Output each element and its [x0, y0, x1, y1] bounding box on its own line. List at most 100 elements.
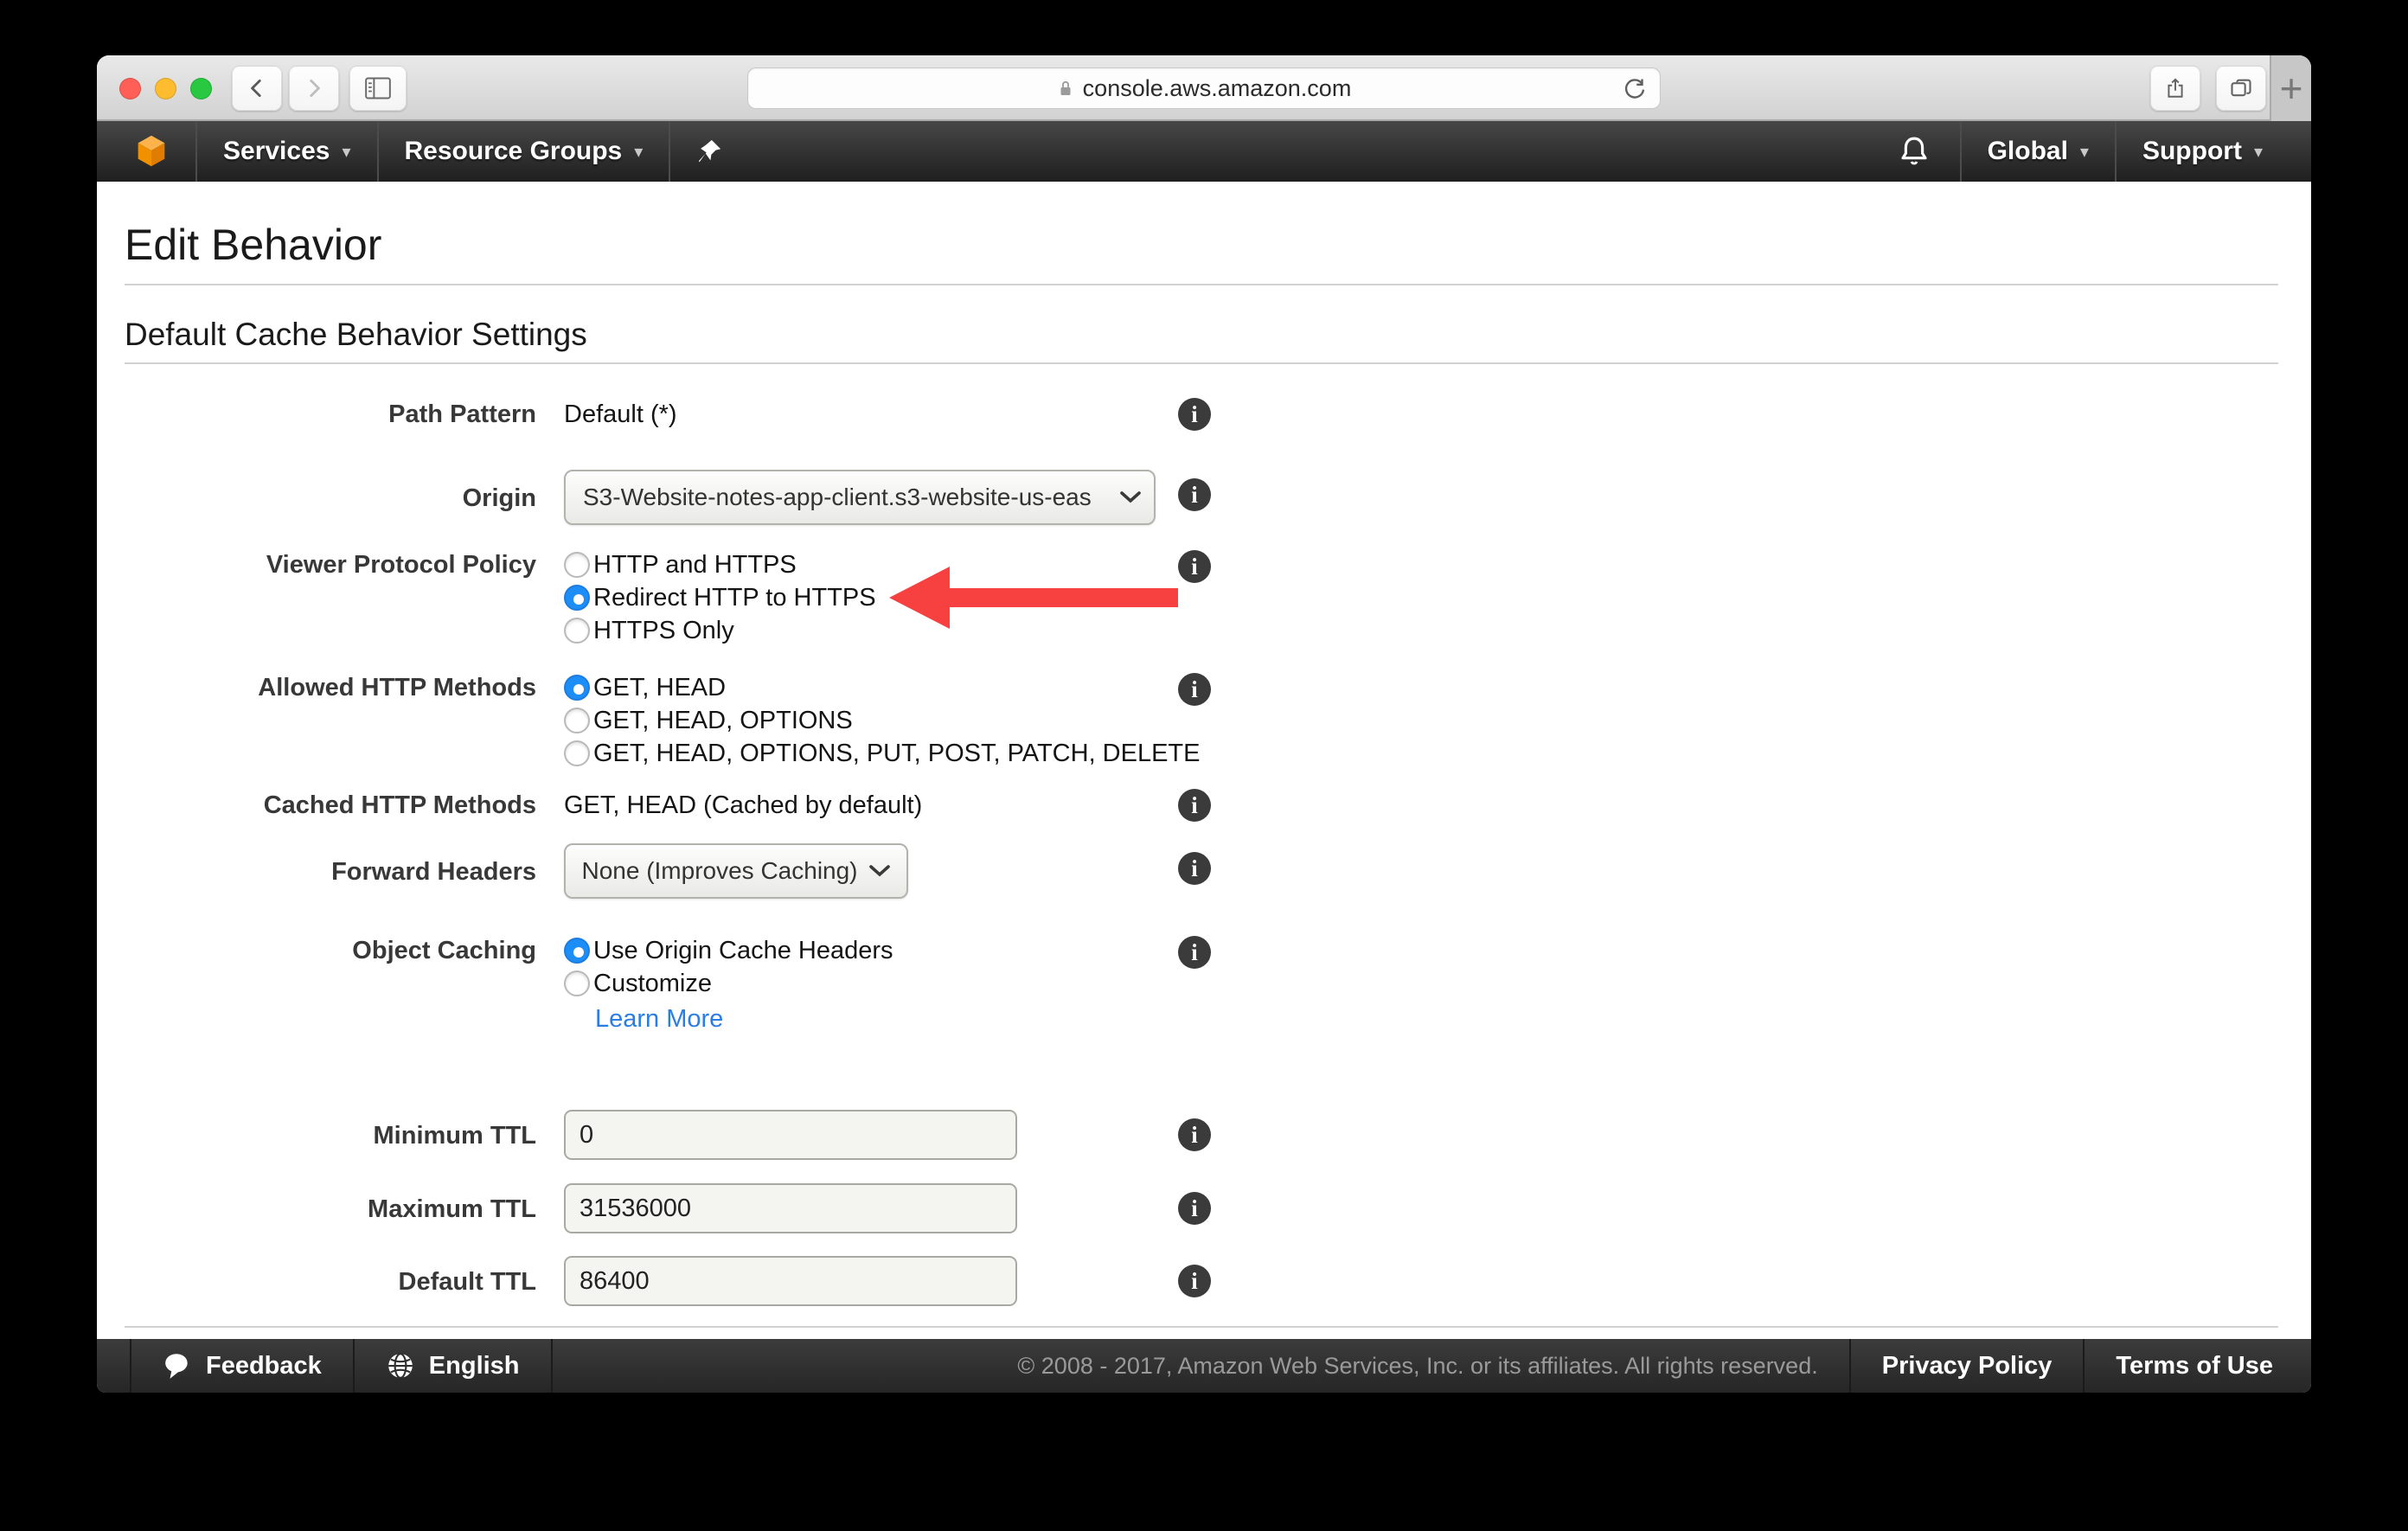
info-icon[interactable]	[1178, 852, 1211, 885]
section-title: Default Cache Behavior Settings	[125, 317, 587, 352]
region-label: Global	[1987, 137, 2068, 165]
back-button[interactable]	[232, 66, 282, 111]
sidebar-toggle-button[interactable]	[349, 66, 407, 111]
forward-headers-selected-value: None (Improves Caching)	[581, 857, 858, 884]
red-arrow-annotation	[889, 567, 1408, 629]
aws-footer-bar: Feedback English © 2008 - 2017, Amazon W…	[97, 1339, 2311, 1393]
language-button[interactable]: English	[355, 1339, 551, 1393]
info-icon[interactable]	[1178, 936, 1211, 969]
privacy-policy-link[interactable]: Privacy Policy	[1851, 1339, 2084, 1393]
support-label: Support	[2142, 137, 2242, 165]
radio-option-get-head[interactable]: GET, HEAD	[564, 671, 1239, 704]
origin-selected-value: S3-Website-notes-app-client.s3-website-u…	[583, 484, 1092, 510]
language-label: English	[428, 1351, 520, 1380]
nav-support-menu[interactable]: Support ▾	[2117, 121, 2311, 182]
radio-unchecked-icon	[564, 552, 590, 578]
chevron-down-icon	[1120, 491, 1141, 503]
feedback-button[interactable]: Feedback	[131, 1339, 353, 1393]
feedback-label: Feedback	[206, 1351, 322, 1380]
plus-icon: +	[2279, 66, 2303, 111]
divider	[125, 1326, 2278, 1328]
desktop-background: console.aws.amazon.com + Services ▾ Reso…	[0, 0, 2408, 1531]
nav-services-menu[interactable]: Services ▾	[197, 121, 377, 182]
chevron-right-icon	[310, 79, 320, 98]
chevron-down-icon: ▾	[2079, 142, 2089, 162]
terms-of-use-link[interactable]: Terms of Use	[2085, 1339, 2311, 1393]
forward-headers-select[interactable]: None (Improves Caching)	[564, 843, 908, 899]
cached-http-methods-value: GET, HEAD (Cached by default)	[564, 791, 923, 819]
radio-option-use-origin-cache-headers[interactable]: Use Origin Cache Headers	[564, 934, 1239, 967]
pin-shortcut-button[interactable]	[670, 121, 748, 182]
globe-icon	[387, 1353, 413, 1379]
tab-overview-button[interactable]	[2216, 66, 2266, 111]
path-pattern-label: Path Pattern	[388, 400, 536, 428]
chevron-down-icon	[868, 865, 890, 877]
info-icon[interactable]	[1178, 1192, 1211, 1225]
info-icon[interactable]	[1178, 673, 1211, 706]
divider	[125, 362, 2278, 364]
radio-option-all-methods[interactable]: GET, HEAD, OPTIONS, PUT, POST, PATCH, DE…	[564, 737, 1239, 770]
maximum-ttl-input[interactable]	[564, 1183, 1017, 1233]
radio-option-customize[interactable]: Customize	[564, 967, 1239, 1000]
path-pattern-value: Default (*)	[564, 400, 677, 428]
refresh-icon	[1624, 79, 1645, 99]
radio-option-get-head-options[interactable]: GET, HEAD, OPTIONS	[564, 704, 1239, 737]
form-row-maximum-ttl: Maximum TTL	[97, 1183, 1239, 1233]
default-ttl-input[interactable]	[564, 1256, 1017, 1306]
chevron-left-icon	[251, 79, 261, 98]
tabs-icon	[2231, 79, 2251, 97]
bell-icon	[1901, 137, 1927, 165]
forward-headers-label: Forward Headers	[331, 858, 536, 886]
nav-region-menu[interactable]: Global ▾	[1962, 121, 2115, 182]
window-controls	[119, 78, 212, 99]
padlock-icon	[1060, 80, 1071, 95]
browser-titlebar: console.aws.amazon.com +	[97, 55, 2311, 121]
nav-resource-groups-menu[interactable]: Resource Groups ▾	[379, 121, 669, 182]
new-tab-button[interactable]: +	[2270, 55, 2311, 121]
radio-option-label: Use Origin Cache Headers	[593, 937, 893, 964]
minimize-window-button[interactable]	[155, 78, 176, 99]
address-bar[interactable]: console.aws.amazon.com	[747, 67, 1661, 109]
form-row-forward-headers: Forward Headers None (Improves Caching)	[97, 843, 1239, 899]
privacy-policy-label: Privacy Policy	[1881, 1351, 2053, 1380]
aws-home-button[interactable]	[97, 121, 195, 182]
form-row-object-caching: Object Caching Use Origin Cache Headers …	[97, 934, 1239, 1000]
footer-spacer	[553, 1339, 987, 1393]
radio-option-label: HTTP and HTTPS	[593, 551, 797, 579]
pushpin-icon	[699, 139, 721, 163]
page-title: Edit Behavior	[125, 221, 382, 269]
share-button[interactable]	[2150, 66, 2200, 111]
info-icon[interactable]	[1178, 478, 1211, 511]
forward-button[interactable]	[289, 66, 339, 111]
aws-logo-icon	[138, 135, 165, 167]
info-icon[interactable]	[1178, 1265, 1211, 1297]
minimum-ttl-input[interactable]	[564, 1110, 1017, 1160]
radio-option-label: Redirect HTTP to HTTPS	[593, 584, 876, 612]
refresh-button[interactable]	[1622, 76, 1648, 106]
radio-option-label: GET, HEAD, OPTIONS	[593, 707, 853, 734]
form-row-minimum-ttl: Minimum TTL	[97, 1110, 1239, 1160]
info-icon[interactable]	[1178, 789, 1211, 822]
close-window-button[interactable]	[119, 78, 141, 99]
object-caching-label: Object Caching	[352, 937, 536, 964]
share-icon	[2168, 78, 2183, 98]
footer-spacer	[97, 1339, 130, 1393]
radio-unchecked-icon	[564, 970, 590, 996]
cached-http-methods-label: Cached HTTP Methods	[263, 791, 536, 819]
zoom-window-button[interactable]	[190, 78, 212, 99]
sidebar-icon	[365, 77, 391, 99]
radio-checked-icon	[564, 585, 590, 611]
radio-option-label: HTTPS Only	[593, 617, 734, 644]
chevron-down-icon: ▾	[634, 142, 644, 162]
services-label: Services	[223, 137, 330, 165]
origin-select[interactable]: S3-Website-notes-app-client.s3-website-u…	[564, 470, 1156, 525]
info-icon[interactable]	[1178, 1118, 1211, 1151]
default-ttl-label: Default TTL	[398, 1268, 537, 1296]
chevron-down-icon: ▾	[2253, 142, 2263, 162]
url-text: console.aws.amazon.com	[1082, 74, 1352, 101]
notifications-button[interactable]	[1868, 121, 1960, 182]
info-icon[interactable]	[1178, 398, 1211, 431]
radio-unchecked-icon	[564, 740, 590, 766]
learn-more-link[interactable]: Learn More	[595, 1005, 723, 1034]
